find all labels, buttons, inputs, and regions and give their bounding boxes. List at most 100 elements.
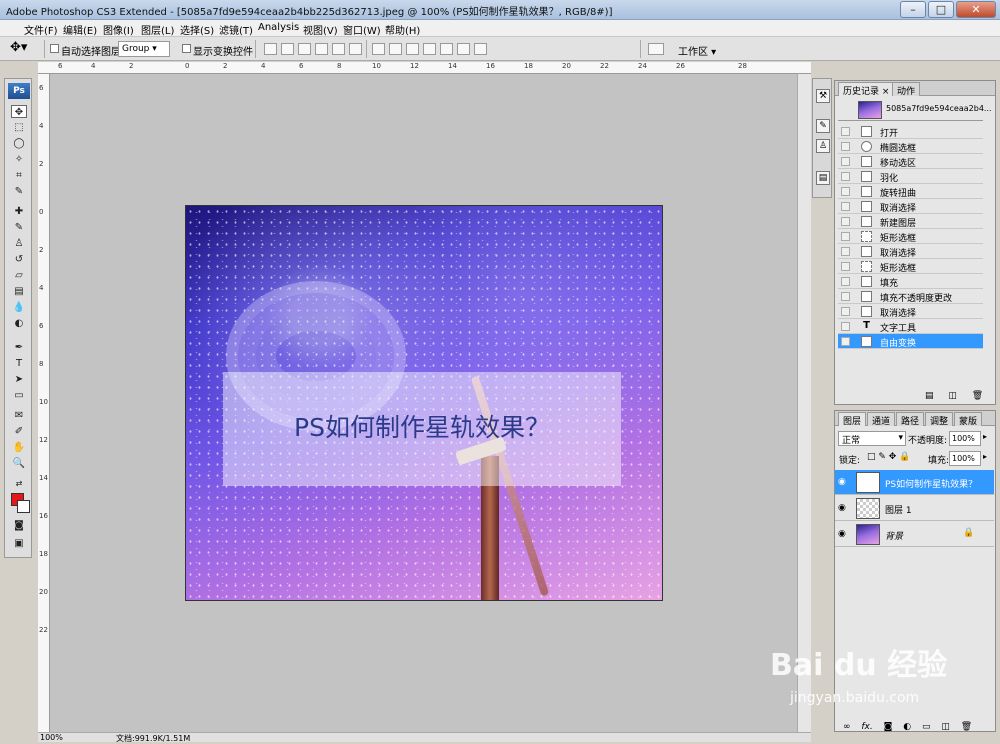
history-checkbox[interactable] <box>841 322 850 331</box>
brush-presets-icon[interactable]: ✎ <box>816 119 830 133</box>
clone-source-icon[interactable]: ♙ <box>816 139 830 153</box>
menu-edit[interactable]: 编辑(E) <box>63 22 97 37</box>
adjustment-layer-icon[interactable]: ◐ <box>903 722 911 732</box>
lock-icons[interactable]: □ ✎ ✥ 🔒 <box>867 452 910 462</box>
zoom-level[interactable]: 100% <box>40 733 63 742</box>
history-checkbox[interactable] <box>841 262 850 271</box>
tab-layers[interactable]: 图层 <box>838 412 867 427</box>
history-item[interactable]: 移动选区 <box>838 154 983 169</box>
history-checkbox[interactable] <box>841 202 850 211</box>
pen-tool-icon[interactable]: ✒ <box>11 341 27 354</box>
quick-mask-icon[interactable]: ◙ <box>11 519 27 532</box>
tab-masks[interactable]: 蒙版 <box>954 412 983 427</box>
clone-stamp-icon[interactable]: ♙ <box>11 237 27 250</box>
maximize-button[interactable]: □ <box>928 1 954 18</box>
align-hcenter-icon[interactable] <box>332 43 345 55</box>
crop-tool-icon[interactable]: ⌗ <box>11 169 27 182</box>
history-checkbox[interactable] <box>841 172 850 181</box>
history-checkbox[interactable] <box>841 157 850 166</box>
magic-wand-icon[interactable]: ✧ <box>11 153 27 166</box>
healing-brush-icon[interactable]: ✚ <box>11 205 27 218</box>
eye-icon[interactable]: ◉ <box>838 529 848 539</box>
history-item[interactable]: 取消选择 <box>838 199 983 214</box>
navigator-icon[interactable]: ⚒ <box>816 89 830 103</box>
history-item[interactable]: 填充不透明度更改 <box>838 289 983 304</box>
tab-actions[interactable]: 动作 <box>892 82 921 97</box>
history-snapshot[interactable]: 5085a7fd9e594ceaa2b4... <box>838 99 992 121</box>
history-brush-icon[interactable]: ↺ <box>11 253 27 266</box>
menu-window[interactable]: 窗口(W) <box>343 22 381 37</box>
history-item[interactable]: 打开 <box>838 124 983 139</box>
menu-analysis[interactable]: Analysis <box>258 22 299 33</box>
history-checkbox[interactable] <box>841 277 850 286</box>
menu-help[interactable]: 帮助(H) <box>385 22 420 37</box>
path-select-icon[interactable]: ➤ <box>11 373 27 386</box>
screen-mode-icon[interactable]: ▣ <box>11 537 27 550</box>
distribute-vcenter-icon[interactable] <box>389 43 402 55</box>
new-layer-icon[interactable]: ◫ <box>941 722 950 732</box>
eraser-tool-icon[interactable]: ▱ <box>11 269 27 282</box>
align-top-icon[interactable] <box>264 43 277 55</box>
align-left-icon[interactable] <box>315 43 328 55</box>
new-snapshot-icon[interactable]: ◫ <box>948 391 957 401</box>
menu-view[interactable]: 视图(V) <box>303 22 338 37</box>
tab-channels[interactable]: 通道 <box>867 412 896 427</box>
add-mask-icon[interactable]: ◙ <box>884 722 893 732</box>
history-checkbox[interactable] <box>841 187 850 196</box>
history-item[interactable]: 椭圆选框 <box>838 139 983 154</box>
image-canvas[interactable]: PS如何制作星轨效果？ <box>185 205 663 601</box>
history-checkbox[interactable] <box>841 217 850 226</box>
tab-history[interactable]: 历史记录 × <box>838 82 895 97</box>
type-tool-icon[interactable]: T <box>11 357 27 370</box>
gradient-tool-icon[interactable]: ▤ <box>11 285 27 298</box>
link-layers-icon[interactable]: ∞ <box>843 722 851 732</box>
history-item-selected[interactable]: 自由变换 <box>838 334 983 349</box>
dodge-tool-icon[interactable]: ◐ <box>11 317 27 330</box>
opacity-stepper-icon[interactable]: ▸ <box>983 432 987 441</box>
auto-align-icon[interactable] <box>474 43 487 55</box>
history-checkbox[interactable] <box>841 247 850 256</box>
distribute-top-icon[interactable] <box>372 43 385 55</box>
history-item[interactable]: 新建图层 <box>838 214 983 229</box>
history-checkbox[interactable] <box>841 142 850 151</box>
history-checkbox[interactable] <box>841 127 850 136</box>
fill-input[interactable]: 100% <box>949 451 981 466</box>
workspace-button[interactable]: 工作区 ▾ <box>678 43 716 58</box>
blend-mode-dropdown[interactable]: 正常 ▾ <box>838 431 906 446</box>
auto-select-group-dropdown[interactable]: Group ▾ <box>118 41 170 57</box>
delete-layer-icon[interactable]: 🗑 <box>961 722 972 732</box>
history-checkbox[interactable] <box>841 307 850 316</box>
slice-tool-icon[interactable]: ✎ <box>11 185 27 198</box>
bridge-icon[interactable] <box>648 43 664 55</box>
layer-row-background[interactable]: ◉ 背景 🔒 <box>835 522 994 547</box>
fx-icon[interactable]: fx. <box>861 722 872 732</box>
history-item[interactable]: 矩形选框 <box>838 229 983 244</box>
layer-row-text[interactable]: ◉ T PS如何制作星轨效果？ <box>835 470 994 495</box>
history-checkbox[interactable] <box>841 337 850 346</box>
tab-paths[interactable]: 路径 <box>896 412 925 427</box>
blur-tool-icon[interactable]: 💧 <box>11 301 27 314</box>
history-item[interactable]: 填充 <box>838 274 983 289</box>
info-icon[interactable]: ▤ <box>816 171 830 185</box>
eye-icon[interactable]: ◉ <box>838 477 848 487</box>
hand-tool-icon[interactable]: ✋ <box>11 441 27 454</box>
background-color-swatch[interactable] <box>17 500 30 513</box>
align-vcenter-icon[interactable] <box>281 43 294 55</box>
lasso-tool-icon[interactable]: ◯ <box>11 137 27 150</box>
distribute-hcenter-icon[interactable] <box>440 43 453 55</box>
align-right-icon[interactable] <box>349 43 362 55</box>
zoom-tool-icon[interactable]: 🔍 <box>11 457 27 470</box>
distribute-right-icon[interactable] <box>457 43 470 55</box>
show-transform-checkbox[interactable] <box>182 44 191 53</box>
menu-file[interactable]: 文件(F) <box>24 22 58 37</box>
vertical-scrollbar[interactable] <box>797 74 811 732</box>
eye-icon[interactable]: ◉ <box>838 503 848 513</box>
notes-tool-icon[interactable]: ✉ <box>11 409 27 422</box>
history-item[interactable]: 取消选择 <box>838 244 983 259</box>
history-checkbox[interactable] <box>841 232 850 241</box>
close-button[interactable]: ✕ <box>956 1 996 18</box>
auto-select-checkbox[interactable] <box>50 44 59 53</box>
tab-adjustments[interactable]: 调整 <box>925 412 954 427</box>
move-tool-icon[interactable]: ✥ <box>11 105 27 118</box>
history-checkbox[interactable] <box>841 292 850 301</box>
